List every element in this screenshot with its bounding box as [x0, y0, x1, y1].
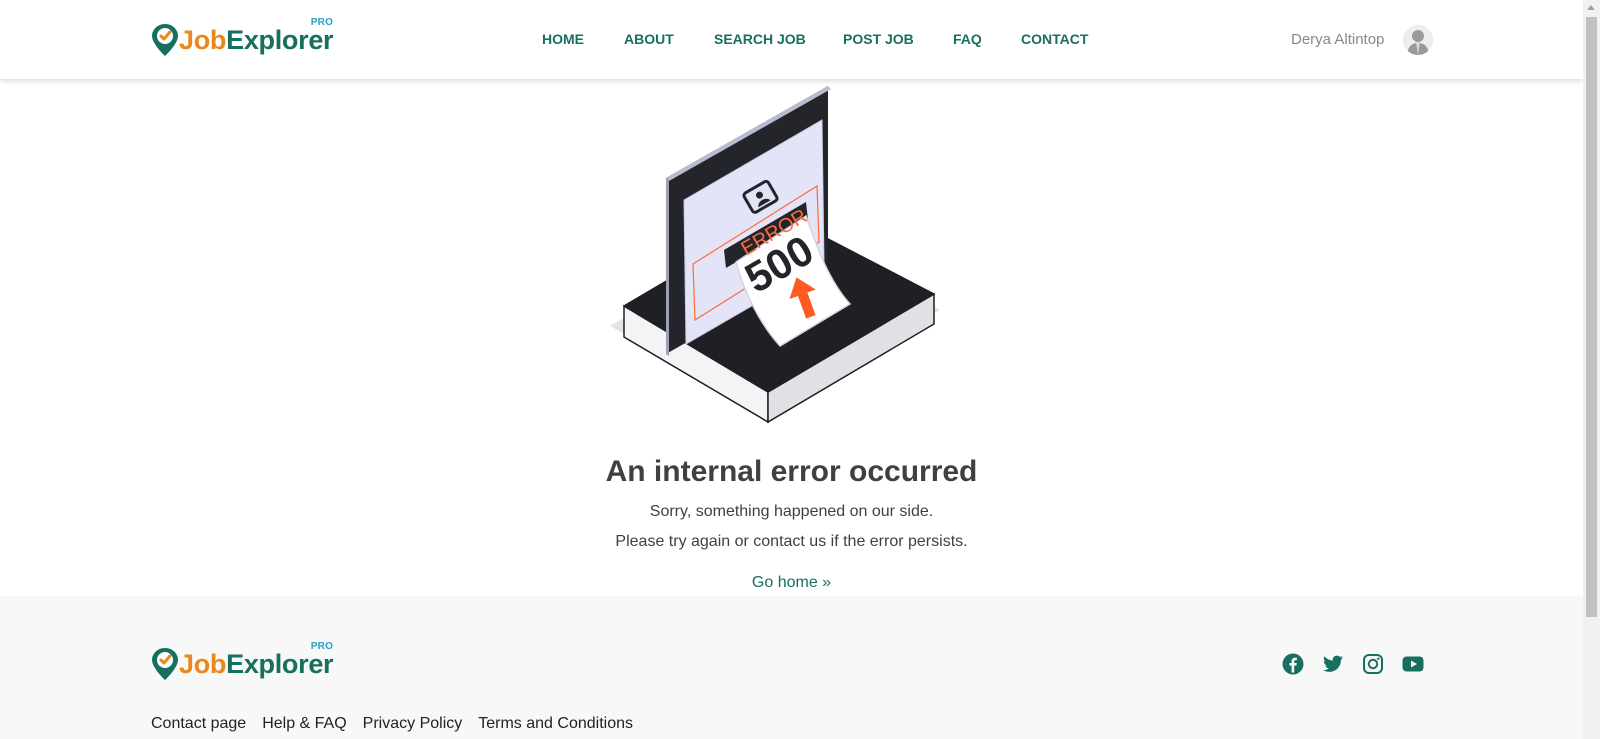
facebook-icon[interactable] [1281, 652, 1305, 676]
scroll-up-arrow-icon[interactable] [1587, 5, 1595, 10]
user-name[interactable]: Derya Altintop [1291, 31, 1384, 48]
instagram-icon[interactable] [1361, 652, 1385, 676]
twitter-icon[interactable] [1321, 652, 1345, 676]
footer-link-privacy-policy[interactable]: Privacy Policy [363, 715, 463, 733]
go-home-link[interactable]: Go home » [0, 574, 1583, 592]
youtube-icon[interactable] [1401, 652, 1425, 676]
page-scrollbar[interactable] [1583, 0, 1600, 739]
error-500-illustration: ERROR 500 [610, 86, 940, 424]
site-logo[interactable]: JobExplorer PRO [151, 16, 334, 57]
logo-pin-icon [152, 24, 178, 56]
nav-home[interactable]: HOME [542, 31, 584, 47]
site-footer: JobExplorer PRO Contact page Help & FAQ P… [0, 596, 1583, 739]
logo-pin-icon [152, 648, 178, 680]
avatar[interactable] [1403, 25, 1433, 55]
footer-links: Contact page Help & FAQ Privacy Policy T… [151, 715, 633, 733]
site-header: JobExplorer PRO HOME ABOUT SEARCH JOB POS… [0, 0, 1583, 79]
user-avatar-icon [1403, 25, 1433, 55]
nav-post-job[interactable]: POST JOB [843, 31, 914, 47]
nav-search-job[interactable]: SEARCH JOB [714, 31, 806, 47]
scroll-thumb[interactable] [1586, 17, 1597, 617]
logo-wordmark: JobExplorer PRO [179, 16, 334, 55]
error-title: An internal error occurred [605, 455, 978, 488]
error-message-line-1: Sorry, something happened on our side. [649, 503, 934, 520]
footer-link-contact[interactable]: Contact page [151, 715, 246, 733]
footer-link-terms[interactable]: Terms and Conditions [478, 715, 633, 733]
nav-contact[interactable]: CONTACT [1021, 31, 1088, 47]
nav-about[interactable]: ABOUT [624, 31, 674, 47]
footer-link-help-faq[interactable]: Help & FAQ [262, 715, 346, 733]
logo-pro-badge: PRO [310, 16, 334, 28]
footer-logo-wordmark: JobExplorer PRO [179, 640, 334, 679]
footer-logo[interactable]: JobExplorer PRO [151, 640, 334, 681]
nav-faq[interactable]: FAQ [953, 31, 982, 47]
error-message-line-2: Please try again or contact us if the er… [615, 533, 968, 550]
